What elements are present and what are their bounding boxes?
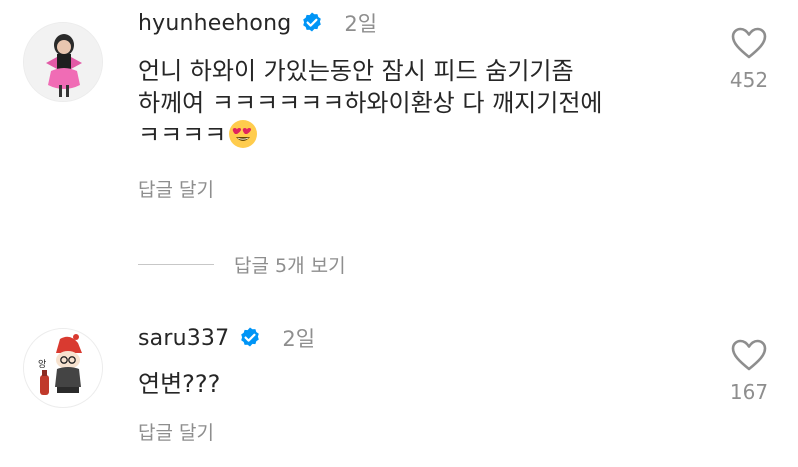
heart-eyes-emoji-icon xyxy=(228,119,258,149)
verified-badge-icon xyxy=(300,11,324,35)
avatar[interactable] xyxy=(23,22,103,102)
reply-button[interactable]: 답글 달기 xyxy=(138,175,214,202)
comment-item: hyunheehong 2일 언니 하와이 가있는동안 잠시 피드 숨기기좀 하… xyxy=(0,0,798,230)
verified-badge-icon xyxy=(238,326,262,350)
like-control: 167 xyxy=(721,338,777,404)
svg-text:앙: 앙 xyxy=(38,358,46,370)
comment-header: hyunheehong 2일 xyxy=(138,8,377,38)
view-replies-button[interactable]: 답글 5개 보기 xyxy=(138,251,346,278)
comment-time: 2일 xyxy=(282,327,316,351)
like-count: 167 xyxy=(729,380,769,404)
comment-item: 앙 saru337 2일 연변??? 답글 달기 167 xyxy=(0,300,798,467)
avatar[interactable]: 앙 xyxy=(23,328,103,408)
divider xyxy=(138,264,214,265)
username[interactable]: saru337 xyxy=(138,326,229,351)
like-count: 452 xyxy=(729,68,769,92)
reply-button[interactable]: 답글 달기 xyxy=(138,418,214,445)
comment-text-line: ㅋㅋㅋㅋ xyxy=(138,121,227,149)
comment-text-line: 연변??? xyxy=(138,370,221,398)
heart-outline-icon[interactable] xyxy=(730,26,768,60)
comment-text: 언니 하와이 가있는동안 잠시 피드 숨기기좀 하께여 ㅋㅋㅋㅋㅋㅋ하와이환상 … xyxy=(138,55,658,151)
comment-header: saru337 2일 xyxy=(138,323,315,353)
comment-text-line: 하께여 ㅋㅋㅋㅋㅋㅋ하와이환상 다 깨지기전에 xyxy=(138,89,603,117)
username[interactable]: hyunheehong xyxy=(138,11,291,36)
comment-time: 2일 xyxy=(344,12,378,36)
comment-text-line: 언니 하와이 가있는동안 잠시 피드 숨기기좀 xyxy=(138,57,574,85)
comment-text-line-group: ㅋㅋㅋㅋ xyxy=(138,119,658,151)
comment-text: 연변??? xyxy=(138,368,658,400)
view-replies-label: 답글 5개 보기 xyxy=(234,255,346,277)
like-control: 452 xyxy=(721,26,777,92)
heart-outline-icon[interactable] xyxy=(730,338,768,372)
